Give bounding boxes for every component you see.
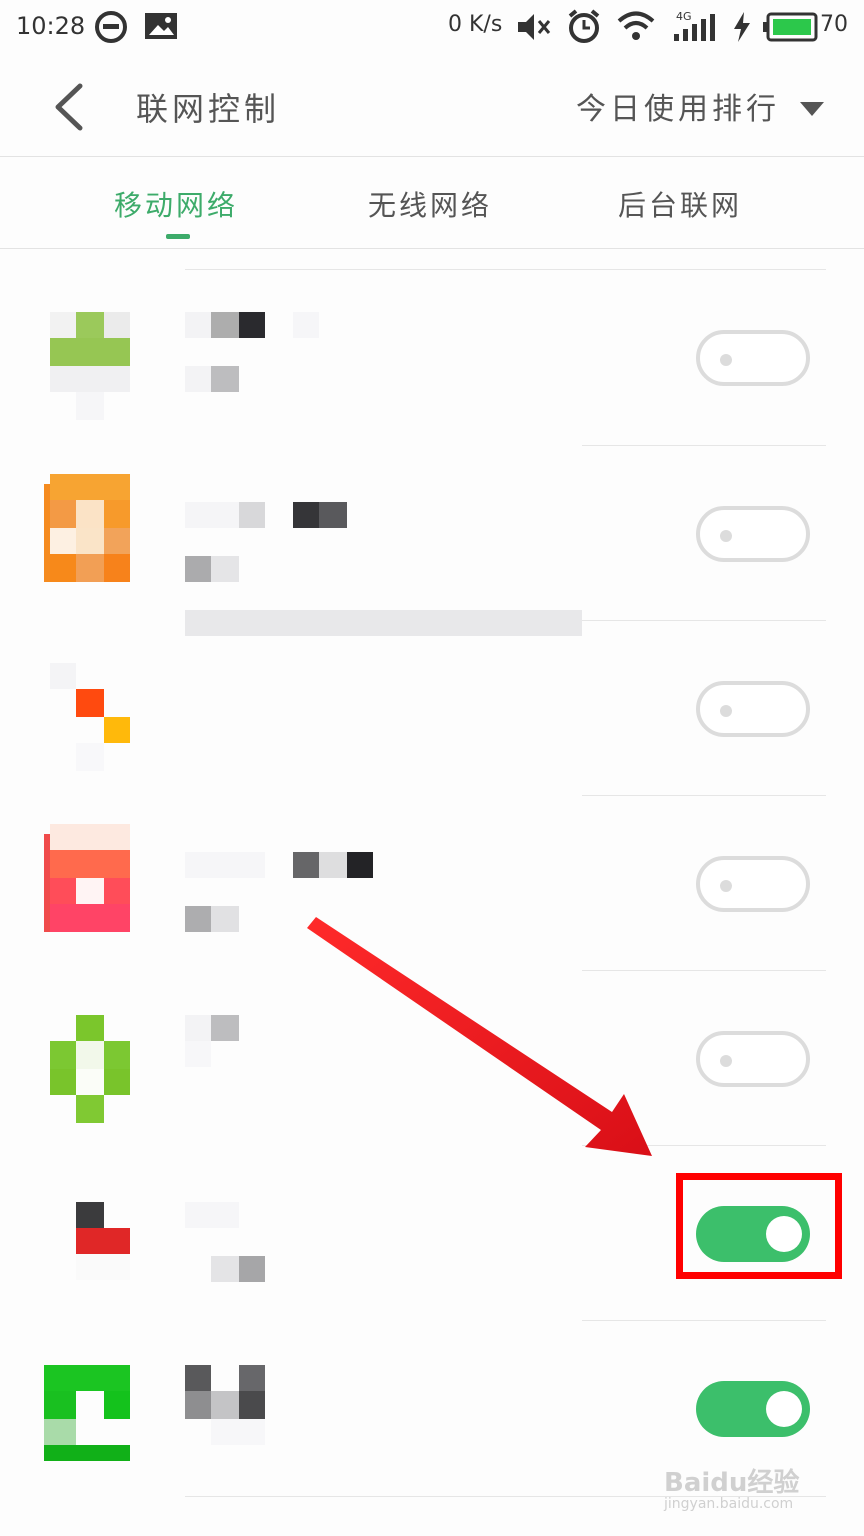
watermark-url: jingyan.baidu.com [664, 1496, 794, 1512]
watermark: Baidu经验 [664, 1468, 800, 1498]
highlight-box [676, 1173, 842, 1279]
annotation-arrow [307, 917, 652, 1156]
